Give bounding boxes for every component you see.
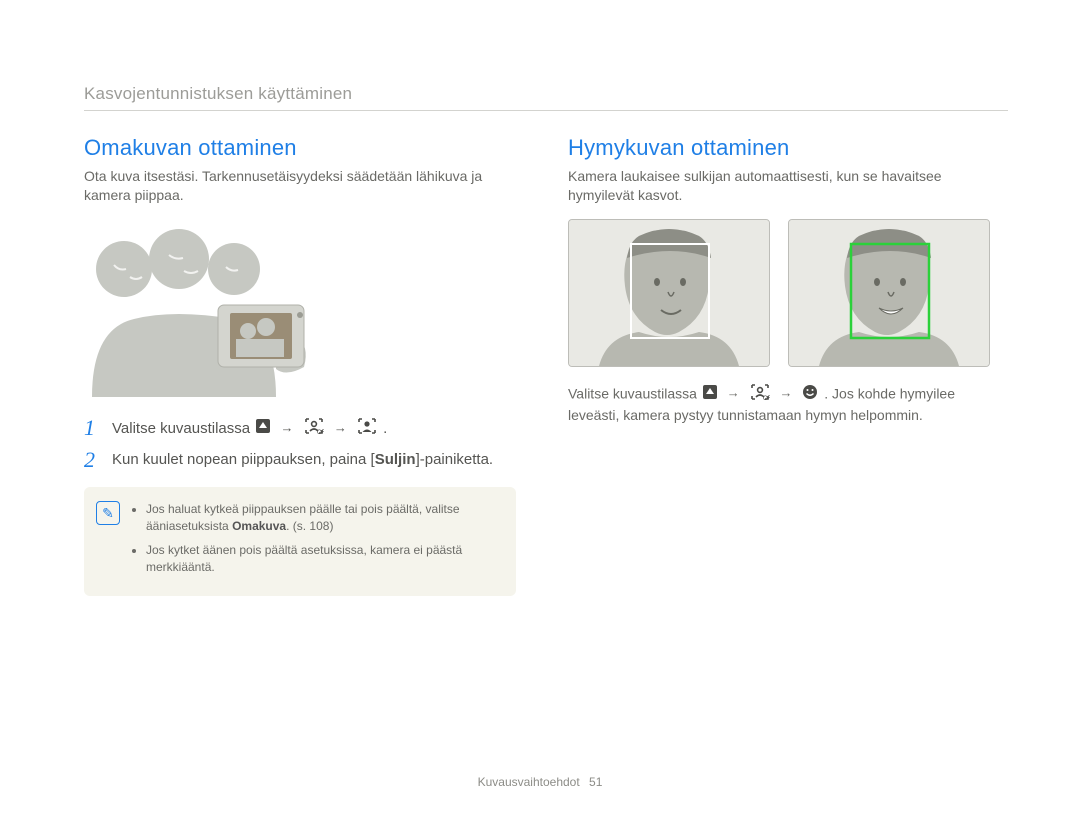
step2-before: Kun kuulet nopean piippauksen, paina [ <box>112 451 375 468</box>
step-number-1: 1 <box>84 417 102 439</box>
svg-text:OFF: OFF <box>317 430 324 435</box>
menu-up-icon <box>256 418 270 439</box>
right-paragraph: Valitse kuvaustilassa → OFF → . Jos kohd… <box>568 383 1000 426</box>
note-item-2: Jos kytket äänen pois päältä asetuksissa… <box>146 542 500 577</box>
note-icon <box>96 501 120 525</box>
right-title: Hymykuvan ottaminen <box>568 135 1000 161</box>
step2-button: Suljin <box>375 451 416 468</box>
smile-thumb-1 <box>568 219 770 367</box>
face-off-icon-right: OFF <box>750 388 774 404</box>
svg-text:OFF: OFF <box>763 396 770 401</box>
arrow-1: → <box>280 419 293 437</box>
self-portrait-illustration <box>84 219 324 399</box>
footer-section: Kuvausvaihtoehdot <box>478 775 580 789</box>
step-1: 1 Valitse kuvaustilassa → OFF → . <box>84 417 516 441</box>
self-portrait-icon <box>357 417 377 441</box>
note1-after: . (s. 108) <box>286 519 333 533</box>
step1-period: . <box>383 420 387 437</box>
left-column: Omakuvan ottaminen Ota kuva itsestäsi. T… <box>84 135 516 596</box>
arrow-2: → <box>334 419 347 437</box>
face-off-icon: OFF <box>304 417 324 441</box>
left-lead: Ota kuva itsestäsi. Tarkennusetäisyydeks… <box>84 167 516 205</box>
page-header: Kasvojentunnistuksen käyttäminen <box>84 84 1008 111</box>
step-2-text: Kun kuulet nopean piippauksen, paina [Su… <box>112 449 493 470</box>
step1-prefix: Valitse kuvaustilassa <box>112 420 254 437</box>
note1-bold: Omakuva <box>232 519 286 533</box>
right-lead: Kamera laukaisee sulkijan automaattisest… <box>568 167 1000 205</box>
step2-after: ]-painiketta. <box>416 451 494 468</box>
smile-icon <box>802 387 822 403</box>
step-number-2: 2 <box>84 449 102 471</box>
note-box: Jos haluat kytkeä piippauksen päälle tai… <box>84 487 516 597</box>
footer-page-number: 51 <box>589 775 602 789</box>
rpara-prefix: Valitse kuvaustilassa <box>568 385 701 401</box>
right-column: Hymykuvan ottaminen Kamera laukaisee sul… <box>568 135 1000 596</box>
smile-thumb-2 <box>788 219 990 367</box>
note-item-1: Jos haluat kytkeä piippauksen päälle tai… <box>146 501 500 536</box>
page-footer: Kuvausvaihtoehdot 51 <box>0 775 1080 789</box>
left-title: Omakuvan ottaminen <box>84 135 516 161</box>
step-1-text: Valitse kuvaustilassa → OFF → . <box>112 417 387 441</box>
step-2: 2 Kun kuulet nopean piippauksen, paina [… <box>84 449 516 471</box>
menu-up-icon-right <box>703 386 721 402</box>
arrow-r2: → <box>779 384 792 402</box>
arrow-r1: → <box>727 384 740 402</box>
